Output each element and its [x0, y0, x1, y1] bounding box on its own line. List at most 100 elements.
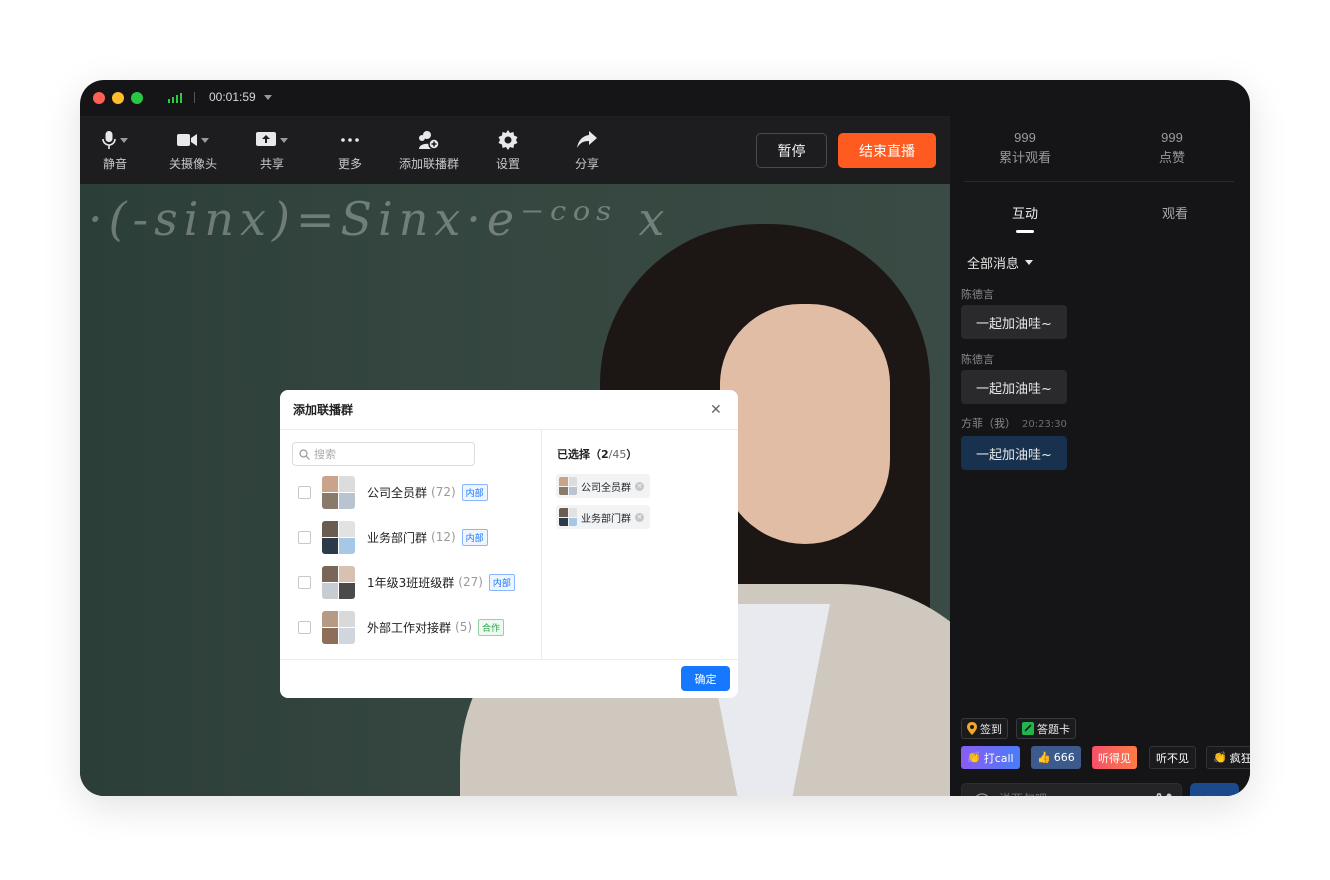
message-filter-dropdown[interactable]: 全部消息 — [967, 253, 1034, 272]
mute-button[interactable]: 静音 — [80, 127, 150, 172]
group-count: (72) — [431, 485, 456, 499]
group-row[interactable]: 公司全员群 (72) 内部 — [298, 475, 488, 509]
reaction-can-hear[interactable]: 听得见 — [1092, 746, 1137, 769]
reaction-label: 疯狂 — [1229, 751, 1250, 765]
answer-card-icon — [1022, 722, 1034, 735]
total-views-stat: 999 累计观看 — [965, 130, 1085, 166]
remove-icon[interactable]: × — [635, 512, 644, 522]
selected-group-name: 公司全员群 — [581, 482, 631, 494]
end-live-button[interactable]: 结束直播 — [838, 133, 936, 168]
reaction-label: 听不见 — [1156, 751, 1189, 765]
add-group-label: 添加联播群 — [398, 157, 459, 171]
message-sender: 方菲（我） 20:23:30 — [961, 417, 1067, 430]
title-bar: 00:01:59 — [80, 80, 950, 116]
selected-group-name: 业务部门群 — [581, 513, 631, 525]
group-checkbox[interactable] — [298, 575, 311, 589]
remove-icon[interactable]: × — [635, 481, 644, 491]
clap-icon: 👏 — [967, 751, 981, 764]
group-name: 外部工作对接群 — [367, 620, 452, 635]
pause-button[interactable]: 暂停 — [756, 133, 827, 168]
tab-interact[interactable]: 互动 — [1012, 203, 1038, 222]
font-style-icon[interactable] — [1151, 792, 1173, 796]
reaction-call[interactable]: 👏 打call — [961, 746, 1020, 769]
chat-input-box[interactable] — [961, 783, 1182, 796]
group-search[interactable] — [292, 442, 475, 466]
likes-value: 999 — [1161, 130, 1183, 145]
chevron-down-icon[interactable] — [120, 137, 128, 143]
forward-share-button[interactable]: 分享 — [552, 127, 622, 172]
chat-input[interactable] — [999, 792, 1139, 796]
settings-button[interactable]: 设置 — [473, 127, 543, 172]
add-group-button[interactable]: 添加联播群 — [394, 127, 464, 172]
search-input[interactable] — [314, 447, 464, 461]
presenter-face — [720, 304, 890, 544]
group-name: 1年级3班班级群 — [367, 575, 455, 590]
chevron-down-icon[interactable] — [280, 137, 288, 143]
video-camera-icon — [177, 134, 197, 146]
confirm-button[interactable]: 确定 — [681, 666, 730, 691]
clap-icon: 👏 — [1213, 751, 1227, 764]
more-button[interactable]: 更多 — [315, 127, 385, 172]
reaction-cannot-hear[interactable]: 听不见 — [1149, 746, 1196, 769]
group-avatar — [322, 475, 355, 509]
add-group-icon — [419, 131, 440, 150]
group-checkbox[interactable] — [298, 530, 311, 544]
group-tag: 合作 — [478, 618, 505, 636]
panel-divider — [964, 181, 1234, 182]
send-button[interactable]: 发送 — [1190, 783, 1239, 796]
total-views-value: 999 — [1014, 130, 1036, 145]
camera-button[interactable]: 关摄像头 — [158, 127, 228, 172]
maximize-window-button[interactable] — [131, 92, 143, 104]
emoji-icon[interactable] — [973, 793, 991, 796]
group-avatar — [559, 477, 577, 495]
group-count: (12) — [431, 530, 456, 544]
forward-arrow-icon — [577, 131, 597, 148]
active-tab-indicator — [1016, 230, 1034, 233]
message-sender: 陈德言 — [961, 288, 994, 301]
settings-label: 设置 — [495, 157, 520, 171]
total-views-label: 累计观看 — [998, 151, 1051, 166]
chevron-down-icon — [1025, 260, 1034, 265]
chat-message-mine: 一起加油哇~ — [961, 436, 1067, 470]
group-avatar — [559, 508, 577, 526]
microphone-icon — [102, 131, 116, 149]
group-row[interactable]: 外部工作对接群 (5) 合作 — [298, 610, 505, 644]
video-feed: ·(-sinx)=Sinx·e⁻ᶜᵒˢ x 添加联播群 ✕ 公司全员群 (72)… — [80, 184, 950, 796]
add-group-dialog: 添加联播群 ✕ 公司全员群 (72) 内部 业务部门群 (12) 内 — [280, 390, 738, 698]
group-count: (5) — [455, 620, 473, 634]
group-row[interactable]: 业务部门群 (12) 内部 — [298, 520, 488, 554]
chat-message: 一起加油哇~ — [961, 370, 1067, 404]
message-time: 20:23:30 — [1022, 419, 1067, 430]
reaction-crazy[interactable]: 👏 疯狂 — [1206, 746, 1250, 769]
reaction-666[interactable]: 👍 666 — [1031, 746, 1081, 769]
group-checkbox[interactable] — [298, 485, 311, 499]
group-name: 公司全员群 — [367, 485, 428, 500]
group-checkbox[interactable] — [298, 620, 311, 634]
selected-group-chip: 业务部门群 × — [556, 505, 650, 529]
quick-reactions: 👏 打call 👍 666 听得见 听不见 👏 疯狂 — [950, 746, 1250, 771]
group-row[interactable]: 1年级3班班级群 (27) 内部 — [298, 565, 515, 599]
live-stream-window: 00:01:59 静音 关摄像头 共享 更多 添加联播群 设置 分享 暂停 结束… — [80, 80, 1250, 796]
checkin-button[interactable]: 签到 — [961, 718, 1008, 739]
share-screen-button[interactable]: 共享 — [237, 127, 307, 172]
dialog-divider — [280, 429, 738, 430]
signal-strength-icon — [168, 92, 182, 103]
answer-card-button[interactable]: 答题卡 — [1016, 718, 1076, 739]
interaction-panel: 999 累计观看 999 点赞 互动 观看 全部消息 陈德言 一起加油哇~ 陈德… — [950, 116, 1250, 796]
timer-dropdown-icon[interactable] — [264, 95, 272, 100]
camera-label: 关摄像头 — [168, 157, 217, 171]
reaction-label: 听得见 — [1098, 751, 1131, 765]
tab-watch[interactable]: 观看 — [1162, 203, 1188, 222]
close-icon[interactable]: ✕ — [710, 402, 722, 418]
dialog-title: 添加联播群 — [293, 403, 354, 417]
chevron-down-icon[interactable] — [201, 137, 209, 143]
title-divider — [194, 92, 195, 103]
more-dots-icon — [341, 138, 359, 142]
likes-stat: 999 点赞 — [1112, 130, 1232, 166]
minimize-window-button[interactable] — [112, 92, 124, 104]
forward-share-label: 分享 — [574, 157, 599, 171]
close-window-button[interactable] — [93, 92, 105, 104]
share-label: 共享 — [259, 157, 284, 171]
group-tag: 内部 — [461, 483, 488, 501]
share-screen-icon — [256, 132, 276, 146]
